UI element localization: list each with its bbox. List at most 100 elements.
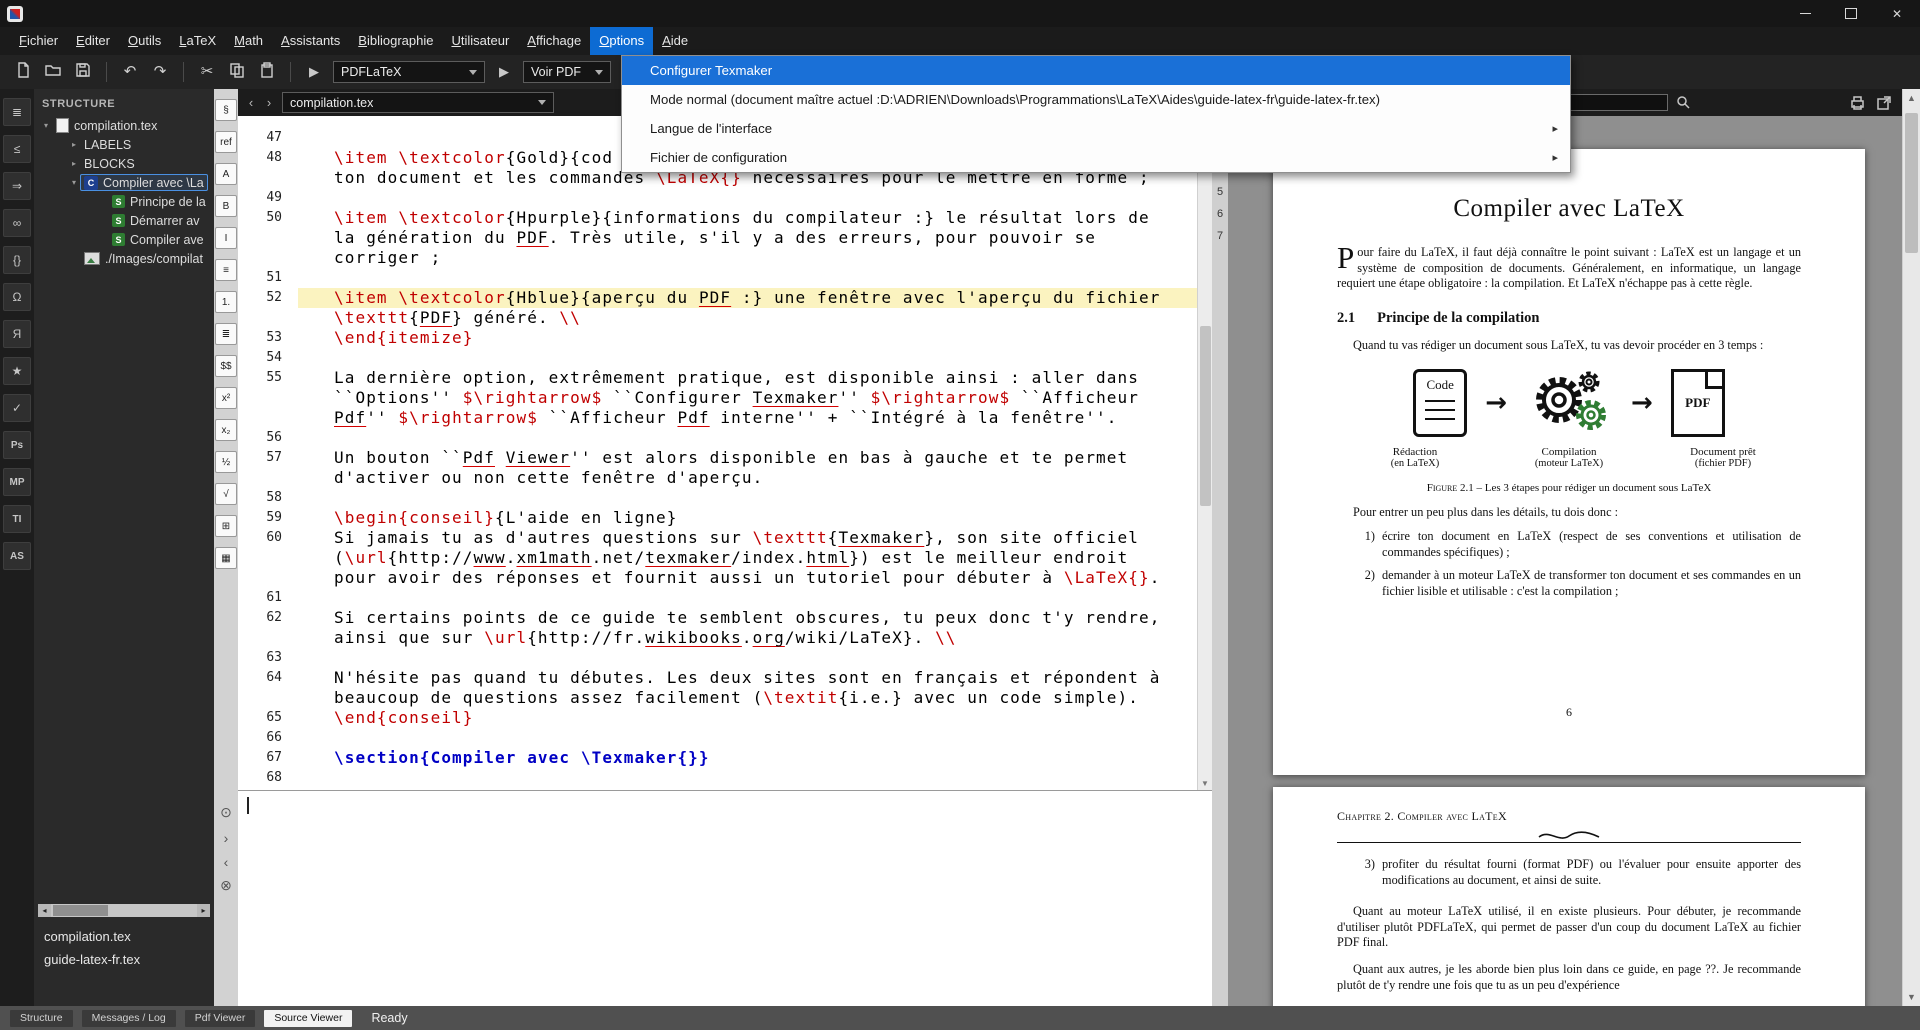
- scrollbar-thumb[interactable]: [53, 905, 108, 916]
- next-document-button[interactable]: ›: [260, 93, 278, 113]
- pdf-page-nav-item[interactable]: 7: [1212, 225, 1228, 247]
- view-run-button[interactable]: ▶: [493, 61, 515, 83]
- paste-button[interactable]: [255, 60, 279, 84]
- open-document-select[interactable]: compilation.tex: [282, 92, 554, 113]
- math-mode-button[interactable]: $$: [215, 355, 237, 377]
- structure-tree-item[interactable]: ▸LABELS: [34, 135, 214, 154]
- redo-button[interactable]: ↷: [148, 60, 172, 84]
- menubar-item-bibliographie[interactable]: Bibliographie: [349, 27, 442, 55]
- scrollbar-thumb[interactable]: [1905, 113, 1918, 253]
- new-document-button[interactable]: [11, 60, 35, 84]
- scrollbar-thumb[interactable]: [1200, 326, 1211, 506]
- center-button[interactable]: ≣: [215, 323, 237, 345]
- array-button[interactable]: ▦: [215, 547, 237, 569]
- scroll-up-icon[interactable]: ▲: [1903, 93, 1920, 103]
- structure-tree-item[interactable]: ▾compilation.tex: [34, 116, 214, 135]
- pdf-page-nav-item[interactable]: 6: [1212, 203, 1228, 225]
- options-menu-item-configurer-texmaker[interactable]: Configurer Texmaker: [622, 56, 1570, 85]
- scroll-left-icon[interactable]: ◂: [38, 906, 51, 915]
- scroll-right-icon[interactable]: ▸: [197, 906, 210, 915]
- menubar-item-latex[interactable]: LaTeX: [170, 27, 225, 55]
- cut-button[interactable]: ✂: [195, 60, 219, 84]
- delimiters-tab[interactable]: {}: [3, 246, 31, 274]
- view-command-select[interactable]: Voir PDF: [523, 61, 611, 83]
- previous-document-button[interactable]: ‹: [242, 93, 260, 113]
- most-used-symbols-tab[interactable]: ★: [3, 357, 31, 385]
- search-icon[interactable]: [1676, 95, 1691, 110]
- menubar-item-math[interactable]: Math: [225, 27, 272, 55]
- menubar-item-aide[interactable]: Aide: [653, 27, 697, 55]
- structure-tree-item[interactable]: SDémarrer av: [34, 211, 214, 230]
- options-menu-item-fichier-de-configuration[interactable]: Fichier de configuration▸: [622, 143, 1570, 172]
- bold-button[interactable]: B: [215, 195, 237, 217]
- print-icon[interactable]: [1849, 95, 1866, 111]
- arrow-symbols-tab[interactable]: ⇒: [3, 172, 31, 200]
- structure-tree-item[interactable]: SCompiler ave: [34, 230, 214, 249]
- structure-tree-item[interactable]: ▾CCompiler avec \La: [34, 173, 214, 192]
- pdf-pages-area[interactable]: Compiler avec LaTeX Pour faire du LaTeX,…: [1228, 116, 1902, 1006]
- menubar-item-fichier[interactable]: Fichier: [10, 27, 67, 55]
- compile-run-button[interactable]: ▶: [303, 61, 325, 83]
- open-folder-button[interactable]: [41, 60, 65, 84]
- metapost-tab[interactable]: MP: [3, 468, 31, 496]
- options-menu-item-langue-de-l-interface[interactable]: Langue de l'interface▸: [622, 114, 1570, 143]
- messages-log-toggle-button[interactable]: Messages / Log: [82, 1010, 176, 1027]
- section-button[interactable]: §: [215, 99, 237, 121]
- structure-tree-item[interactable]: ./Images/compilat: [34, 249, 214, 268]
- scroll-down-icon[interactable]: ▼: [1903, 992, 1920, 1002]
- structure-tab[interactable]: ≣: [3, 98, 31, 126]
- structure-tree-item[interactable]: ▸BLOCKS: [34, 154, 214, 173]
- subscript-button[interactable]: x₂: [215, 419, 237, 441]
- next-error-button[interactable]: ›: [216, 828, 236, 848]
- pdf-vertical-scrollbar[interactable]: ▲ ▼: [1902, 89, 1920, 1006]
- itemize-button[interactable]: ≡: [215, 259, 237, 281]
- greek-letters-tab[interactable]: Ω: [3, 283, 31, 311]
- tree-twisty-icon[interactable]: ▸: [68, 159, 80, 168]
- menubar-item-affichage[interactable]: Affichage: [518, 27, 590, 55]
- open-file-item[interactable]: guide-latex-fr.tex: [34, 948, 214, 971]
- structure-tree-item[interactable]: SPrincipe de la: [34, 192, 214, 211]
- source-editor[interactable]: 4748\item \textcolor{Gold}{codton docume…: [238, 116, 1212, 790]
- favourite-symbols-tab[interactable]: ✓: [3, 394, 31, 422]
- pstricks-tab[interactable]: Ps: [3, 431, 31, 459]
- scroll-down-icon[interactable]: ▼: [1198, 779, 1212, 788]
- tikz-tab[interactable]: TI: [3, 505, 31, 533]
- ref-button[interactable]: ref: [215, 131, 237, 153]
- relation-symbols-tab[interactable]: ≤: [3, 135, 31, 163]
- previous-error-button[interactable]: ‹: [216, 852, 236, 872]
- matrix-button[interactable]: ⊞: [215, 515, 237, 537]
- misc-math-symbols-tab[interactable]: ∞: [3, 209, 31, 237]
- asymptote-tab[interactable]: AS: [3, 542, 31, 570]
- copy-button[interactable]: [225, 60, 249, 84]
- pdf-page-nav-item[interactable]: 5: [1212, 181, 1228, 203]
- tree-twisty-icon[interactable]: ▾: [68, 178, 80, 187]
- messages-log-panel[interactable]: [238, 790, 1212, 1006]
- stop-process-button[interactable]: ⊗: [216, 875, 236, 895]
- open-file-item[interactable]: compilation.tex: [34, 925, 214, 948]
- italic-button[interactable]: I: [215, 227, 237, 249]
- frac-button[interactable]: ½: [215, 451, 237, 473]
- menubar-item-utilisateur[interactable]: Utilisateur: [442, 27, 518, 55]
- maximize-button[interactable]: [1828, 0, 1874, 27]
- close-button[interactable]: ✕: [1874, 0, 1920, 27]
- show-log-button[interactable]: ⊙: [216, 802, 236, 822]
- external-viewer-icon[interactable]: [1876, 95, 1892, 111]
- compile-command-select[interactable]: PDFLaTeX: [333, 61, 485, 83]
- minimize-button[interactable]: [1782, 0, 1828, 27]
- cyrillic-letters-tab[interactable]: Я: [3, 320, 31, 348]
- options-menu-item-mode-normal-document-ma-tre-ac[interactable]: Mode normal (document maître actuel :D:\…: [622, 85, 1570, 114]
- undo-button[interactable]: ↶: [118, 60, 142, 84]
- structure-toggle-button[interactable]: Structure: [10, 1010, 73, 1027]
- scrollbar-track[interactable]: [51, 904, 197, 917]
- menubar-item-assistants[interactable]: Assistants: [272, 27, 349, 55]
- superscript-button[interactable]: x²: [215, 387, 237, 409]
- pdf-viewer-toggle-button[interactable]: Pdf Viewer: [185, 1010, 256, 1027]
- sqrt-button[interactable]: √: [215, 483, 237, 505]
- tree-twisty-icon[interactable]: ▸: [68, 140, 80, 149]
- structure-horizontal-scrollbar[interactable]: ◂ ▸: [38, 904, 210, 917]
- menubar-item-outils[interactable]: Outils: [119, 27, 170, 55]
- menubar-item-editer[interactable]: Editer: [67, 27, 119, 55]
- source-viewer-toggle-button[interactable]: Source Viewer: [264, 1010, 352, 1027]
- menubar-item-options[interactable]: Options: [590, 27, 653, 55]
- editor-vertical-scrollbar[interactable]: ▲ ▼: [1197, 116, 1212, 790]
